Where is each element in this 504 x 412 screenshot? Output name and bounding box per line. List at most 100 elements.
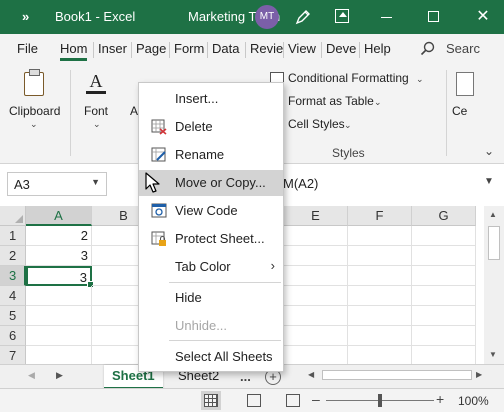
row-header[interactable]: 6 bbox=[0, 326, 26, 346]
vertical-scrollbar[interactable]: ▲ ▼ bbox=[484, 206, 504, 364]
page-break-view-icon[interactable] bbox=[286, 394, 300, 407]
formula-input[interactable]: M(A2) bbox=[283, 176, 318, 191]
cell-g5[interactable] bbox=[412, 306, 476, 326]
menu-item-rename[interactable]: Rename bbox=[139, 142, 283, 168]
chevron-down-icon[interactable]: ▼ bbox=[91, 177, 100, 187]
row-header[interactable]: 5 bbox=[0, 306, 26, 326]
present-icon[interactable] bbox=[335, 9, 349, 23]
scroll-down-icon[interactable]: ▼ bbox=[489, 350, 497, 359]
pen-icon[interactable] bbox=[293, 7, 313, 27]
avatar[interactable]: MT bbox=[255, 5, 279, 29]
cell-styles-button[interactable]: Cell Styles bbox=[288, 117, 345, 131]
font-group-label[interactable]: Font bbox=[84, 104, 108, 118]
menu-item-select-all-sheets[interactable]: Select All Sheets bbox=[139, 344, 283, 370]
cell-e7[interactable] bbox=[284, 346, 348, 364]
tab-help[interactable]: Help bbox=[364, 41, 391, 56]
page-layout-view-icon[interactable] bbox=[247, 394, 261, 407]
tab-developer[interactable]: Deve bbox=[326, 41, 356, 56]
row-header[interactable]: 3 bbox=[0, 266, 26, 286]
select-all-corner[interactable] bbox=[0, 206, 26, 226]
tab-view[interactable]: View bbox=[288, 41, 316, 56]
cell-e4[interactable] bbox=[284, 286, 348, 306]
font-icon[interactable]: A bbox=[86, 70, 106, 96]
cell-g3[interactable] bbox=[412, 266, 476, 286]
collapse-ribbon-icon[interactable]: ⌄ bbox=[484, 144, 494, 158]
scroll-thumb[interactable] bbox=[322, 370, 472, 380]
conditional-formatting-button[interactable]: Conditional Formatting bbox=[288, 71, 409, 85]
menu-item-hide[interactable]: Hide bbox=[139, 285, 283, 311]
scroll-left-icon[interactable]: ◀ bbox=[308, 370, 314, 379]
expand-formula-icon[interactable]: ▼ bbox=[484, 176, 494, 187]
cell-a7[interactable] bbox=[26, 346, 92, 364]
cell-e2[interactable] bbox=[284, 246, 348, 266]
cell-a3[interactable]: 3 bbox=[26, 266, 94, 288]
row-header[interactable]: 7 bbox=[0, 346, 26, 364]
cell-e5[interactable] bbox=[284, 306, 348, 326]
minimize-icon[interactable] bbox=[381, 17, 392, 18]
cell-f4[interactable] bbox=[348, 286, 412, 306]
zoom-slider-thumb[interactable] bbox=[378, 394, 382, 407]
menu-item-delete[interactable]: Delete bbox=[139, 114, 283, 140]
tab-review[interactable]: Revie bbox=[250, 41, 283, 56]
row-header[interactable]: 1 bbox=[0, 226, 26, 246]
clipboard-group-label[interactable]: Clipboard bbox=[9, 104, 60, 118]
cell-g1[interactable] bbox=[412, 226, 476, 246]
row-header[interactable]: 4 bbox=[0, 286, 26, 306]
cell-a5[interactable] bbox=[26, 306, 92, 326]
tab-data[interactable]: Data bbox=[212, 41, 239, 56]
name-box[interactable]: A3 ▼ bbox=[7, 172, 107, 196]
column-header[interactable]: A bbox=[26, 206, 92, 226]
format-as-table-button[interactable]: Format as Table bbox=[288, 94, 374, 108]
cell-g7[interactable] bbox=[412, 346, 476, 364]
column-header[interactable]: G bbox=[412, 206, 476, 226]
cell-f5[interactable] bbox=[348, 306, 412, 326]
menu-item-protect-sheet[interactable]: Protect Sheet... bbox=[139, 226, 283, 252]
column-header[interactable]: F bbox=[348, 206, 412, 226]
cell-f7[interactable] bbox=[348, 346, 412, 364]
close-icon[interactable]: ✕ bbox=[474, 7, 492, 27]
cell-e6[interactable] bbox=[284, 326, 348, 346]
search-icon[interactable] bbox=[420, 41, 436, 57]
cells-group-label[interactable]: Ce bbox=[452, 104, 467, 118]
horizontal-scrollbar[interactable]: ◀ ▶ bbox=[300, 368, 482, 382]
column-header[interactable]: E bbox=[284, 206, 348, 226]
search-label[interactable]: Searc bbox=[446, 41, 480, 56]
chevron-down-icon[interactable]: ⌄ bbox=[30, 119, 38, 130]
cell-f6[interactable] bbox=[348, 326, 412, 346]
alignment-group-label[interactable]: A bbox=[130, 104, 138, 118]
cell-f1[interactable] bbox=[348, 226, 412, 246]
cells-icon[interactable] bbox=[456, 72, 474, 96]
cell-a6[interactable] bbox=[26, 326, 92, 346]
normal-view-icon[interactable] bbox=[201, 391, 221, 410]
next-sheet-icon[interactable]: ▶ bbox=[56, 370, 63, 381]
clipboard-icon[interactable] bbox=[24, 69, 44, 96]
row-header[interactable]: 2 bbox=[0, 246, 26, 266]
cell-e3[interactable] bbox=[284, 266, 348, 286]
zoom-out-button[interactable]: – bbox=[312, 391, 320, 407]
cell-a1[interactable]: 2 bbox=[26, 226, 92, 246]
menu-item-insert[interactable]: Insert... bbox=[139, 86, 283, 112]
zoom-in-button[interactable]: + bbox=[436, 391, 444, 407]
scroll-right-icon[interactable]: ▶ bbox=[476, 370, 482, 379]
menu-item-tab-color[interactable]: Tab Color › bbox=[139, 254, 283, 280]
tab-file[interactable]: File bbox=[17, 41, 38, 56]
cell-f2[interactable] bbox=[348, 246, 412, 266]
zoom-level[interactable]: 100% bbox=[458, 394, 489, 408]
tab-insert[interactable]: Inser bbox=[98, 41, 127, 56]
tab-home[interactable]: Hom bbox=[60, 41, 88, 61]
cell-f3[interactable] bbox=[348, 266, 412, 286]
chevron-down-icon[interactable]: ⌄ bbox=[93, 119, 101, 130]
scroll-thumb[interactable] bbox=[488, 226, 500, 260]
menu-item-view-code[interactable]: View Code bbox=[139, 198, 283, 224]
cell-g6[interactable] bbox=[412, 326, 476, 346]
cell-g4[interactable] bbox=[412, 286, 476, 306]
cell-a2[interactable]: 3 bbox=[26, 246, 92, 266]
tab-formulas[interactable]: Form bbox=[174, 41, 204, 56]
prev-sheet-icon[interactable]: ◀ bbox=[28, 370, 35, 381]
scroll-up-icon[interactable]: ▲ bbox=[489, 210, 497, 219]
cell-a4[interactable] bbox=[26, 286, 92, 306]
ribbon-options-icon[interactable]: » bbox=[22, 0, 29, 34]
tab-page-layout[interactable]: Page bbox=[136, 41, 166, 56]
cell-e1[interactable] bbox=[284, 226, 348, 246]
cell-g2[interactable] bbox=[412, 246, 476, 266]
